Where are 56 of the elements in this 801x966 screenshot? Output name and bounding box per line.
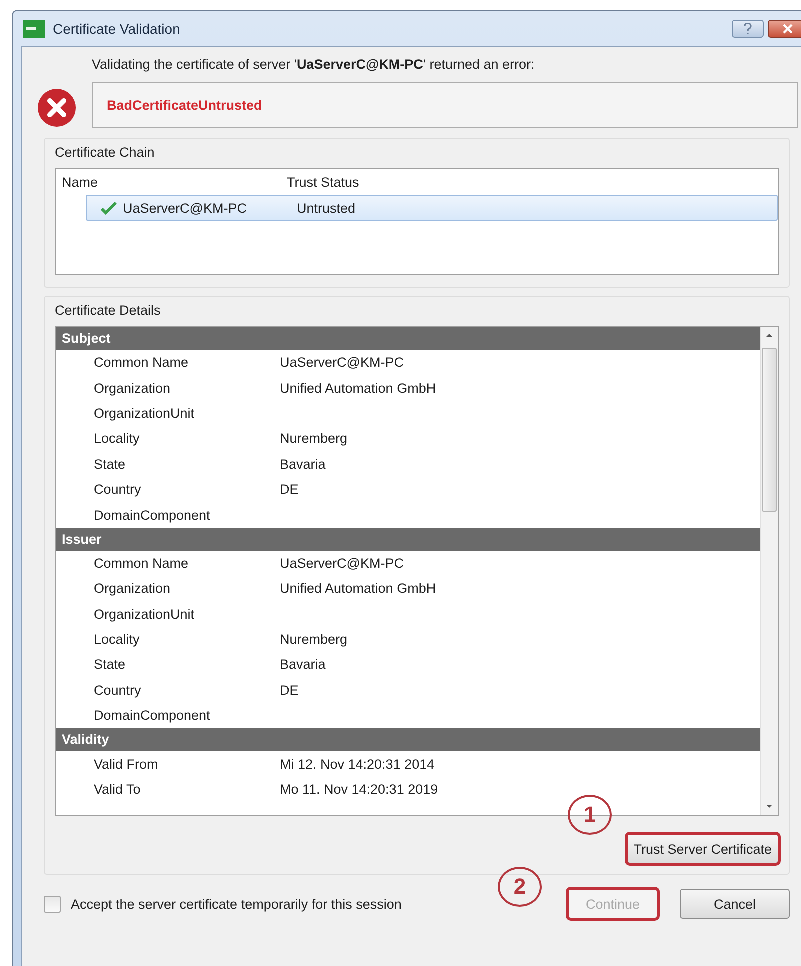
scrollbar[interactable] bbox=[760, 327, 778, 815]
table-cell-text: UaServerC@KM-PC bbox=[123, 200, 248, 216]
scroll-thumb[interactable] bbox=[762, 348, 777, 512]
field-value: Unified Automation GmbH bbox=[280, 380, 438, 396]
field-name: Common Name bbox=[94, 556, 190, 571]
field-value: Bavaria bbox=[280, 657, 327, 672]
section-header: Subject bbox=[56, 327, 760, 350]
cancel-button[interactable]: Cancel bbox=[680, 889, 790, 919]
field-name: Organization bbox=[94, 581, 172, 596]
checkbox-label[interactable]: Accept the server certificate temporarily for this session bbox=[71, 896, 402, 912]
field-name: State bbox=[94, 657, 127, 672]
field-value: Mi 12. Nov 14:20:31 2014 bbox=[280, 756, 436, 772]
field-value: UaServerC@KM-PC bbox=[280, 355, 405, 370]
section-header: Validity bbox=[56, 728, 760, 752]
field-name: Country bbox=[94, 482, 142, 498]
field-value: Nuremberg bbox=[280, 632, 349, 648]
chain-row[interactable]: UaServerC@KM-PC Untrusted bbox=[86, 195, 778, 221]
column-header[interactable]: Name bbox=[62, 174, 287, 190]
field-name: Locality bbox=[94, 632, 141, 648]
field-name: State bbox=[94, 456, 127, 472]
close-button[interactable] bbox=[768, 20, 801, 38]
help-icon bbox=[743, 22, 753, 34]
window-title: Certificate Validation bbox=[53, 20, 180, 36]
callout-number: 1 bbox=[568, 795, 612, 835]
checkbox[interactable] bbox=[44, 896, 61, 912]
section-header: Issuer bbox=[56, 528, 760, 551]
field-name: OrganizationUnit bbox=[94, 406, 196, 421]
close-icon bbox=[783, 24, 793, 34]
field-value: Bavaria bbox=[280, 456, 327, 472]
group-label: Certificate Chain bbox=[55, 145, 155, 160]
field-name: Common Name bbox=[94, 355, 190, 370]
error-code: BadCertificateUntrusted bbox=[92, 82, 798, 128]
callout-number: 2 bbox=[498, 867, 542, 907]
table-cell-text: Untrusted bbox=[297, 200, 357, 216]
field-name: Valid From bbox=[94, 756, 160, 772]
error-icon bbox=[37, 88, 77, 128]
field-name: Country bbox=[94, 682, 142, 698]
field-name: DomainComponent bbox=[94, 708, 212, 724]
app-icon bbox=[23, 20, 45, 38]
field-value: DE bbox=[280, 682, 300, 698]
field-name: OrganizationUnit bbox=[94, 606, 196, 622]
trust-certificate-button[interactable]: Trust Server Certificate bbox=[626, 834, 779, 864]
column-header[interactable]: Trust Status bbox=[287, 174, 778, 190]
field-name: DomainComponent bbox=[94, 508, 212, 523]
help-button[interactable] bbox=[732, 20, 764, 38]
error-message: Validating the certificate of server 'UaServerC@KM-PC' returned an error: bbox=[92, 57, 536, 72]
field-value: UaServerC@KM-PC bbox=[280, 556, 405, 571]
field-value: Unified Automation GmbH bbox=[280, 581, 438, 596]
field-value: DE bbox=[280, 482, 300, 498]
field-name: Locality bbox=[94, 431, 141, 446]
field-name: Organization bbox=[94, 380, 172, 396]
group-label: Certificate Details bbox=[55, 303, 162, 318]
field-value: Mo 11. Nov 14:20:31 2019 bbox=[280, 782, 440, 798]
check-icon bbox=[101, 202, 117, 214]
field-name: Valid To bbox=[94, 782, 142, 798]
field-value: Nuremberg bbox=[280, 431, 349, 446]
